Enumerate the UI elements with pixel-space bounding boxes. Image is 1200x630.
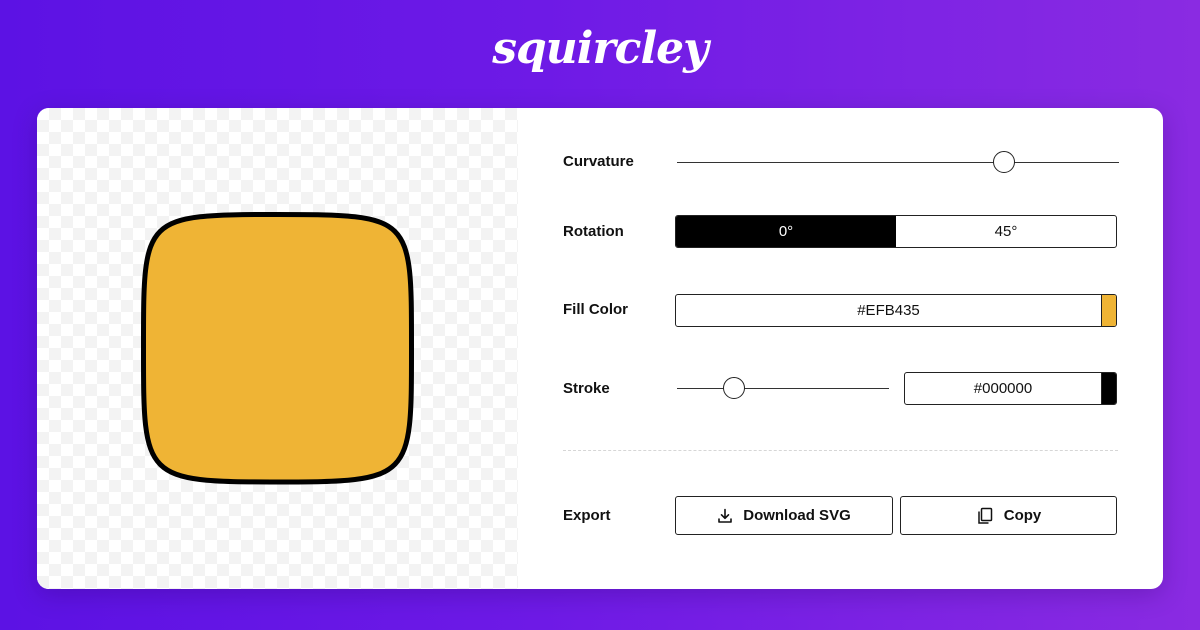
rotation-option-0[interactable]: 0° (676, 216, 896, 247)
editor-card: Curvature Rotation 0° 45° Fill Color #EF… (37, 108, 1163, 589)
stroke-label: Stroke (563, 380, 610, 397)
export-label: Export (563, 507, 611, 524)
stroke-slider-track[interactable] (677, 388, 889, 389)
section-divider (563, 450, 1118, 451)
controls-panel: Curvature Rotation 0° 45° Fill Color #EF… (518, 108, 1163, 589)
fill-color-value[interactable]: #EFB435 (676, 295, 1101, 326)
stroke-slider-thumb[interactable] (723, 377, 746, 399)
fill-color-label: Fill Color (563, 301, 628, 318)
logo: squircley (0, 16, 1200, 80)
curvature-label: Curvature (563, 153, 634, 170)
curvature-slider-track[interactable] (677, 162, 1119, 163)
rotation-option-45[interactable]: 45° (896, 216, 1116, 247)
curvature-slider-thumb[interactable] (993, 151, 1016, 173)
stroke-color-input[interactable]: #000000 (904, 372, 1117, 405)
download-svg-button[interactable]: Download SVG (675, 496, 893, 535)
squircle-shape (140, 212, 415, 485)
squircle-preview (37, 108, 518, 589)
stroke-color-swatch[interactable] (1101, 373, 1116, 404)
fill-color-input[interactable]: #EFB435 (675, 294, 1117, 327)
stroke-color-value[interactable]: #000000 (905, 373, 1101, 404)
squircle-canvas (140, 212, 415, 485)
rotation-toggle[interactable]: 0° 45° (675, 215, 1117, 248)
copy-button[interactable]: Copy (900, 496, 1117, 535)
copy-label: Copy (1003, 507, 1042, 524)
fill-color-swatch[interactable] (1101, 295, 1116, 326)
app-logo-text: squircley (492, 22, 708, 74)
download-icon (717, 508, 733, 524)
download-svg-label: Download SVG (743, 507, 851, 524)
rotation-label: Rotation (563, 223, 624, 240)
copy-icon (976, 507, 994, 525)
